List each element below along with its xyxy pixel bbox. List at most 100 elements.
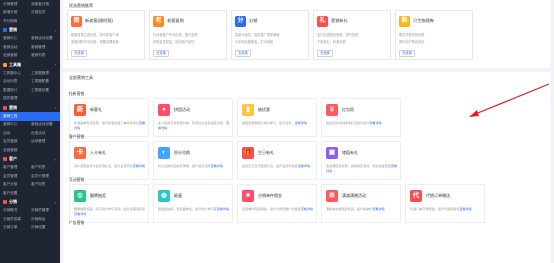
- go-setting-button[interactable]: 去设置: [153, 50, 169, 57]
- sidebar-item-active[interactable]: 营销工具: [0, 112, 60, 121]
- main-content: 优选营销推荐 图新老客(限时版) 新客首单立减优惠，吸引新客下单 老客回购专享优惠，…: [60, 0, 554, 263]
- view-details-link[interactable]: 查看详情: [301, 207, 313, 211]
- tool-icon: ◐: [158, 147, 170, 159]
- sidebar-group-header[interactable]: 分销 ›: [0, 198, 60, 207]
- tool-card[interactable]: ● 拼团活动 多人拼团享受优惠价格，利用社交关系裂变拉新，查看详情: [153, 98, 233, 137]
- sidebar-item[interactable]: 活动: [3, 131, 31, 136]
- tool-card[interactable]: ◎ 翻牌抽奖 翻牌抽取奖品，吸引用户参与互动，提升店铺活跃度查看详情: [69, 184, 149, 223]
- sidebar-item[interactable]: 全部营销: [3, 148, 31, 153]
- tool-card[interactable]: 代代销订单赠送 代销订单享受赠送，提升代销积极性查看详情: [405, 184, 485, 223]
- sidebar-item[interactable]: 分销管理: [3, 2, 31, 7]
- recommend-card[interactable]: 分分销 招募分销员，裂变推广带来新客 分享商品赚佣金，扩大销量 去设置: [231, 10, 309, 60]
- sidebar-item[interactable]: 新增分销: [3, 10, 31, 15]
- sidebar-item[interactable]: 营销列表: [31, 53, 59, 58]
- sidebar-item[interactable]: 活动列表: [3, 79, 31, 84]
- recommend-card[interactable]: 老老客复购 针对老客户专享优惠，提升复购 享受会员权益，增加用户粘性 去设置: [149, 10, 227, 60]
- sidebar-item[interactable]: 分销订单: [3, 225, 31, 230]
- tool-card[interactable]: ▣ 储值有礼 会员储值送优惠，提前锁定消费，增加资金回笼查看详情: [321, 141, 401, 180]
- sidebar-item[interactable]: 营销中心: [3, 122, 31, 127]
- tool-desc: 抽取优惠券吸引用户参与，提升活跃，查看详情: [242, 121, 316, 126]
- sidebar-item[interactable]: 消费者分销: [31, 2, 59, 7]
- sidebar-item[interactable]: 会员卡管理: [31, 174, 59, 179]
- sidebar-item[interactable]: 会员营销: [3, 139, 31, 144]
- view-details-link[interactable]: 查看详情: [133, 164, 145, 168]
- recommend-card[interactable]: 礼营销有礼 支付后领取优惠券，提升复购 下单有礼，刺激消费 去设置: [313, 10, 391, 60]
- sidebar-item[interactable]: 工具箱配置: [31, 79, 59, 84]
- view-details-link[interactable]: 查看详情: [369, 121, 381, 125]
- sidebar-group-label: 营销: [9, 104, 17, 110]
- chevron-icon: ›: [54, 27, 56, 33]
- sidebar-item[interactable]: 全部营销: [3, 53, 31, 58]
- tool-desc-text: 砸金蛋抽奖，增加趣味性，提升用户参与度: [158, 207, 217, 211]
- sidebar-group-icon: [3, 105, 7, 110]
- sidebar-item[interactable]: 客户标签: [31, 182, 59, 187]
- sidebar-item[interactable]: 营销活动设置: [31, 122, 59, 127]
- go-setting-button[interactable]: 去设置: [317, 50, 333, 57]
- sidebar-item[interactable]: 分销员管理: [31, 208, 59, 213]
- go-setting-button[interactable]: 去设置: [399, 50, 415, 57]
- tool-icon: ●: [158, 104, 170, 116]
- go-setting-button[interactable]: 去设置: [235, 50, 251, 57]
- card-title: 营销有礼: [331, 18, 348, 23]
- sidebar-item[interactable]: 分销设置: [31, 225, 59, 230]
- sidebar-item[interactable]: 客户管理: [3, 165, 31, 170]
- sidebar-item[interactable]: 活动管理: [31, 139, 59, 144]
- view-details-link[interactable]: 查看详情: [217, 207, 229, 211]
- sidebar-item[interactable]: 工具箱设置: [31, 88, 59, 93]
- sidebar-group-header[interactable]: 营销 ›: [0, 26, 60, 35]
- tool-name: 代销订单赠送: [426, 193, 450, 198]
- sidebar-item[interactable]: 优惠活动: [31, 131, 59, 136]
- tool-card[interactable]: ￥ 红包雨 在指定时间内降落红包吸引用户查看详情: [321, 98, 401, 137]
- sidebar-item[interactable]: 分销会员: [31, 10, 59, 15]
- sidebar-item[interactable]: 插件管理: [3, 96, 31, 101]
- tool-desc: 多人拼团享受优惠价格，利用社交关系裂变拉新，查看详情: [158, 121, 232, 130]
- card-desc-line: 购买享受折扣优惠: [399, 33, 425, 37]
- tool-card[interactable]: 🎁 生日有礼 会员生日当天赠送礼包，提升会员忠诚度查看详情: [237, 141, 317, 180]
- tool-card[interactable]: ⊞ 满减满赠活动 满额减免或赠送商品，提升客单价查看详情: [321, 184, 401, 223]
- sidebar-item[interactable]: 分销员招募: [3, 217, 31, 222]
- sidebar-item[interactable]: 客户列表: [31, 165, 59, 170]
- sidebar-row: 分销订单 分销设置: [0, 224, 60, 233]
- go-setting-button[interactable]: 去设置: [71, 50, 87, 57]
- tool-desc: 用户领取会员卡后获得礼包，提升会员转化查看详情: [74, 164, 148, 169]
- tool-card[interactable]: ◐ 积分兑换 积分兑换商品或优惠券，提升会员活跃查看详情: [153, 141, 233, 180]
- tool-desc: 翻牌抽取奖品，吸引用户参与互动，提升店铺活跃度查看详情: [74, 207, 148, 216]
- view-details-link[interactable]: 查看详情: [74, 212, 86, 216]
- tool-card[interactable]: ◍ 砸蛋 砸金蛋抽奖，增加趣味性，提升用户参与度查看详情: [153, 184, 233, 223]
- sidebar-item[interactable]: 营销管理: [31, 45, 59, 50]
- sidebar-item[interactable]: 营销活动设置: [31, 36, 59, 41]
- card-icon: 分: [235, 16, 246, 27]
- sidebar-group-header[interactable]: 工具箱 ›: [0, 60, 60, 69]
- sidebar-item[interactable]: 工具箱管理: [31, 71, 59, 76]
- sidebar-item[interactable]: 分销商品: [31, 217, 59, 222]
- sidebar-item[interactable]: 会员管理: [3, 174, 31, 179]
- view-details-link[interactable]: 查看详情: [298, 164, 310, 168]
- category-title: 拉新营销: [69, 92, 85, 96]
- tool-desc-text: 代销订单享受赠送，提升代销积极性: [410, 207, 460, 211]
- tool-card[interactable]: ★ 分销单件佣金 设置单件商品佣金，提升分销员推广积极性查看详情: [237, 184, 317, 223]
- sidebar-group-header[interactable]: 客户 ›: [0, 155, 60, 164]
- sidebar-item[interactable]: 客户分组: [3, 182, 31, 187]
- view-details-link[interactable]: 查看详情: [460, 207, 472, 211]
- sidebar-item[interactable]: 分销概况: [3, 208, 31, 213]
- tool-card[interactable]: 新新客礼 新客首单专享优惠，吸引新客快速下单转化成交查看详情: [69, 98, 149, 137]
- sidebar-item[interactable]: 工具箱中心: [3, 71, 31, 76]
- sidebar-item[interactable]: 开分销商: [3, 19, 31, 24]
- card-icon: 礼: [317, 16, 328, 27]
- tool-card[interactable]: 卡入卡有礼 用户领取会员卡后获得礼包，提升会员转化查看详情: [69, 141, 149, 180]
- view-details-link[interactable]: 查看详情: [295, 121, 307, 125]
- tool-icon: ⊞: [326, 190, 338, 202]
- sidebar-group-header[interactable]: 营销 ›: [0, 103, 60, 112]
- sidebar-row: 会员营销 活动管理: [0, 138, 60, 147]
- sidebar-item[interactable]: 客户设置: [3, 191, 31, 196]
- view-details-link[interactable]: 查看详情: [211, 164, 223, 168]
- sidebar-item[interactable]: 数据统计: [3, 88, 31, 93]
- recommend-card[interactable]: 图新老客(限时版) 新客首单立减优惠，吸引新客下单 老客回购专享优惠，唤醒沉睡老客去…: [67, 10, 145, 60]
- tool-card[interactable]: ▮ 抽优惠 抽取优惠券吸引用户参与，提升活跃，查看详情: [237, 98, 317, 137]
- card-desc-line: 支付后领取优惠券，提升复购: [317, 33, 359, 37]
- sidebar-item-label: 营销工具: [3, 113, 18, 118]
- sidebar-item[interactable]: 营销中心: [3, 36, 31, 41]
- view-details-link[interactable]: 查看详情: [372, 207, 384, 211]
- recommend-card[interactable]: 购只生物理券 购买享受折扣优惠 提升用户购买转化 去设置: [395, 10, 473, 60]
- sidebar-item[interactable]: 营销活动: [3, 45, 31, 50]
